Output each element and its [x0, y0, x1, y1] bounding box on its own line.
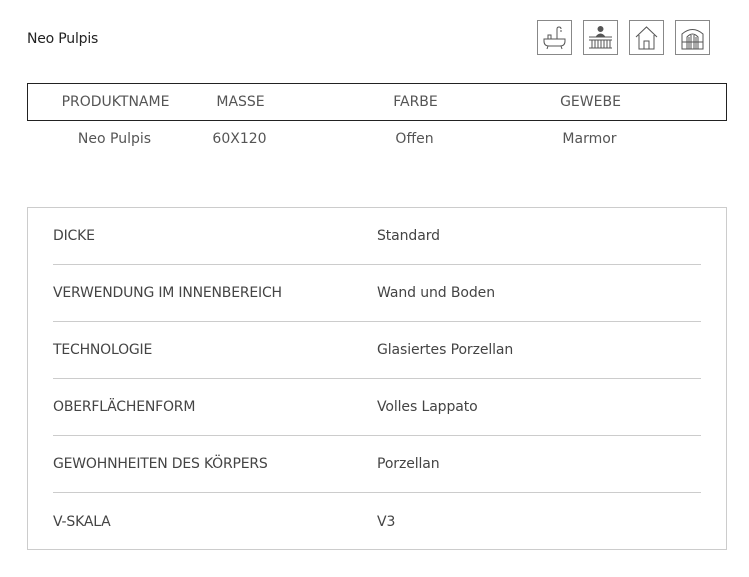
- header-color: FARBE: [393, 94, 438, 110]
- spec-label: V-SKALA: [53, 513, 111, 530]
- spec-value: Standard: [377, 228, 440, 244]
- value-dimensions: 60X120: [212, 131, 267, 147]
- spec-label: VERWENDUNG IM INNENBEREICH: [53, 285, 282, 301]
- spec-row: DICKE Standard: [53, 208, 701, 265]
- spec-label: DICKE: [53, 228, 95, 244]
- summary-header-row: PRODUKTNAME MASSE FARBE GEWEBE: [27, 83, 727, 121]
- summary-value-row: Neo Pulpis 60X120 Offen Marmor: [27, 121, 727, 157]
- spec-row: GEWOHNHEITEN DES KÖRPERS Porzellan: [53, 436, 701, 493]
- spec-value: Porzellan: [377, 456, 440, 472]
- balcony-icon[interactable]: [583, 20, 618, 55]
- spec-value: Wand und Boden: [377, 285, 495, 301]
- header-texture: GEWEBE: [560, 94, 621, 110]
- spec-row: OBERFLÄCHENFORM Volles Lappato: [53, 379, 701, 436]
- spec-value: Glasiertes Porzellan: [377, 342, 514, 358]
- spec-label: GEWOHNHEITEN DES KÖRPERS: [53, 456, 268, 472]
- value-texture: Marmor: [562, 131, 617, 147]
- spec-label: TECHNOLOGIE: [53, 342, 153, 358]
- home-icon[interactable]: [629, 20, 664, 55]
- spec-row: VERWENDUNG IM INNENBEREICH Wand und Bode…: [53, 265, 701, 322]
- facade-icon[interactable]: [675, 20, 710, 55]
- specifications-table: DICKE Standard VERWENDUNG IM INNENBEREIC…: [27, 207, 727, 550]
- spec-value: V3: [377, 513, 396, 530]
- product-summary-table: PRODUKTNAME MASSE FARBE GEWEBE Neo Pulpi…: [27, 83, 727, 157]
- spec-value: Volles Lappato: [377, 399, 478, 415]
- bathroom-icon[interactable]: [537, 20, 572, 55]
- value-color: Offen: [395, 131, 434, 147]
- product-spec-page: Neo Pulpis PRODUKTNAME MASSE FARBE GEWEB…: [0, 0, 749, 577]
- usage-icons: [537, 20, 710, 55]
- spec-row: TECHNOLOGIE Glasiertes Porzellan: [53, 322, 701, 379]
- header-dimensions: MASSE: [216, 94, 265, 110]
- spec-label: OBERFLÄCHENFORM: [53, 399, 196, 415]
- product-title: Neo Pulpis: [27, 31, 99, 47]
- spec-row: V-SKALA V3: [53, 493, 701, 550]
